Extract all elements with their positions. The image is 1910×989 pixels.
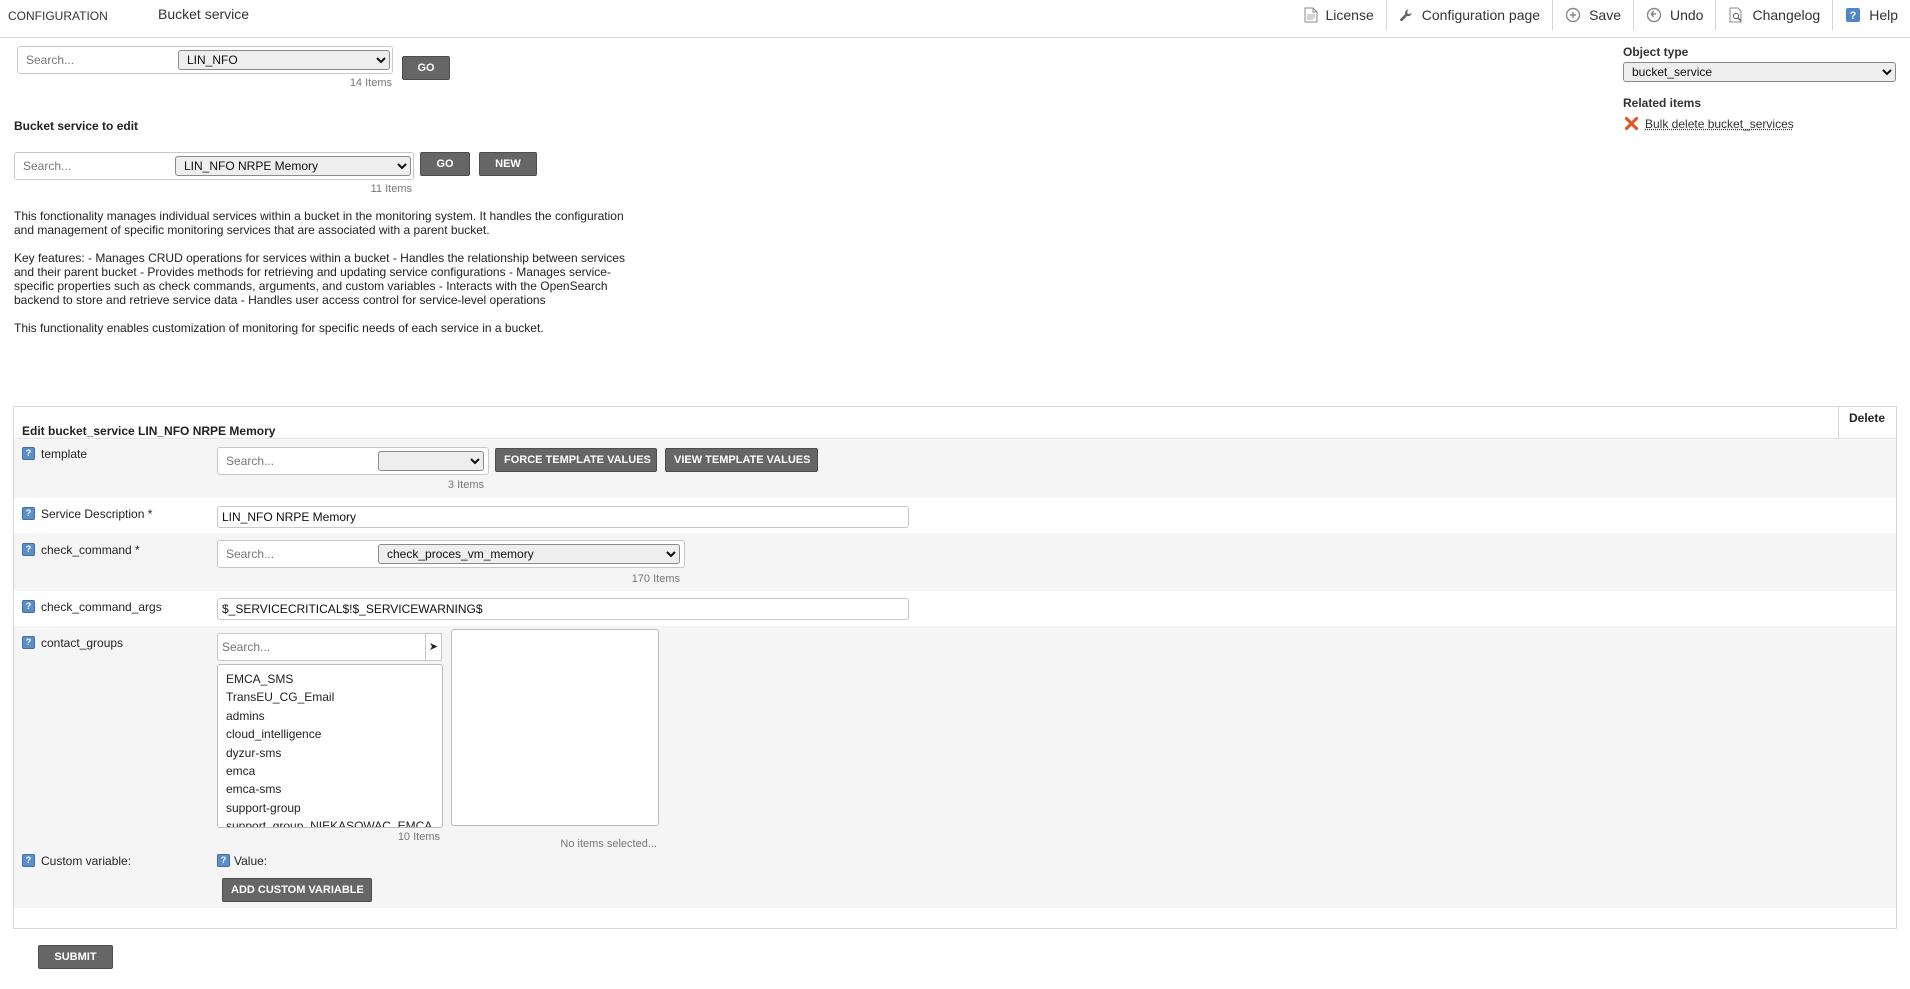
list-item[interactable]: support_group_NIEKASOWAC_EMCA: [218, 817, 442, 827]
service-section-heading: Bucket service to edit: [14, 119, 139, 133]
service-description-label: Service Description *: [41, 507, 153, 521]
license-button[interactable]: License: [1292, 0, 1386, 30]
service-item-count: 11 Items: [370, 183, 412, 195]
svg-text:?: ?: [1850, 10, 1857, 22]
form-header: Edit bucket_service LIN_NFO NRPE Memory …: [14, 407, 1896, 439]
check-command-args-input[interactable]: [217, 598, 909, 620]
template-row: ? template 3 Items FORCE TEMPLATE VALUES…: [14, 440, 1896, 498]
bucket-search-input[interactable]: [24, 47, 184, 73]
check-command-args-label: check_command_args: [41, 600, 162, 614]
service-select[interactable]: LIN_NFO NRPE Memory: [175, 156, 411, 176]
check-command-args-row: ? check_command_args: [14, 591, 1896, 626]
changelog-icon: [1729, 7, 1742, 23]
new-service-button[interactable]: NEW: [479, 152, 537, 176]
list-item[interactable]: support-group: [218, 799, 442, 817]
bucket-combo: LIN_NFO: [17, 46, 393, 74]
wrench-icon: [1399, 9, 1412, 21]
template-search-input[interactable]: [224, 448, 380, 474]
check-command-item-count: 170 Items: [631, 573, 680, 585]
help-icon[interactable]: ?: [22, 447, 35, 460]
template-select[interactable]: [378, 451, 484, 471]
move-selected-arrow-icon[interactable]: ➤: [426, 633, 442, 661]
help-icon[interactable]: ?: [22, 543, 35, 556]
help-label: Help: [1869, 7, 1898, 23]
description-paragraph-1: This fonctionality manages individual se…: [14, 209, 624, 237]
contact-groups-selected-list[interactable]: [451, 629, 659, 826]
delete-button[interactable]: Delete: [1838, 407, 1896, 439]
save-button[interactable]: Save: [1552, 0, 1633, 30]
help-icon[interactable]: ?: [22, 636, 35, 649]
delete-x-icon: [1624, 116, 1639, 131]
list-item[interactable]: admins: [218, 707, 442, 725]
help-icon[interactable]: ?: [22, 600, 35, 613]
custom-variable-value-label: Value:: [234, 854, 268, 868]
check-command-combo: check_proces_vm_memory: [217, 540, 685, 568]
list-item[interactable]: emca-sms: [218, 780, 442, 798]
page-title: Bucket service: [158, 6, 250, 22]
add-custom-variable-row: ADD CUSTOM VARIABLE: [14, 872, 1896, 908]
template-label: template: [41, 447, 88, 461]
bucket-item-count: 14 Items: [349, 77, 392, 89]
check-command-select[interactable]: check_proces_vm_memory: [378, 544, 680, 564]
configuration-page-button[interactable]: Configuration page: [1385, 0, 1552, 30]
submit-button[interactable]: SUBMIT: [38, 945, 113, 969]
check-command-row: ? check_command * check_proces_vm_memory…: [14, 533, 1896, 591]
contact-groups-row: ? contact_groups ➤ EMCA_SMS TransEU_CG_E…: [14, 626, 1896, 850]
save-icon: [1565, 7, 1581, 23]
help-icon[interactable]: ?: [22, 854, 35, 867]
undo-icon: [1646, 7, 1662, 23]
list-item[interactable]: cloud_intelligence: [218, 725, 442, 743]
list-item[interactable]: TransEU_CG_Email: [218, 688, 442, 706]
description-paragraph-2: Key features: - Manages CRUD operations …: [14, 251, 625, 307]
bucket-go-button[interactable]: GO: [402, 56, 450, 80]
help-button[interactable]: ? Help: [1832, 0, 1910, 30]
configuration-page-label: Configuration page: [1421, 7, 1541, 23]
license-label: License: [1325, 7, 1374, 23]
contact-groups-search-input[interactable]: [217, 633, 426, 661]
undo-label: Undo: [1670, 7, 1704, 23]
header-actions: License Configuration page Save Undo Cha…: [1292, 0, 1910, 30]
bucket-select[interactable]: LIN_NFO: [178, 50, 390, 70]
service-description-input[interactable]: [217, 506, 909, 528]
document-icon: [1304, 7, 1317, 23]
service-description-row: ? Service Description *: [14, 498, 1896, 533]
contact-groups-available-list: EMCA_SMS TransEU_CG_Email admins cloud_i…: [217, 664, 443, 828]
bulk-delete-link[interactable]: Bulk delete bucket_services: [1645, 117, 1794, 131]
service-go-button[interactable]: GO: [420, 152, 470, 176]
force-template-values-button[interactable]: FORCE TEMPLATE VALUES: [495, 448, 657, 472]
help-icon[interactable]: ?: [217, 854, 230, 867]
form-title: Edit bucket_service LIN_NFO NRPE Memory: [22, 424, 276, 438]
contact-groups-item-count: 10 Items: [397, 831, 440, 843]
service-combo: LIN_NFO NRPE Memory: [14, 152, 414, 180]
save-label: Save: [1589, 7, 1621, 23]
description-paragraph-3: This functionality enables customization…: [14, 321, 544, 335]
changelog-button[interactable]: Changelog: [1715, 0, 1832, 30]
custom-variable-row: ? Custom variable: ? Value:: [14, 848, 1896, 872]
view-template-values-button[interactable]: VIEW TEMPLATE VALUES: [665, 448, 818, 472]
undo-button[interactable]: Undo: [1633, 0, 1715, 30]
service-description-text: This fonctionality manages individual se…: [14, 209, 634, 349]
changelog-label: Changelog: [1752, 7, 1821, 23]
help-icon: ?: [1846, 8, 1861, 22]
custom-variable-label: Custom variable:: [41, 854, 132, 868]
template-combo: [217, 447, 489, 475]
list-item[interactable]: EMCA_SMS: [218, 670, 442, 688]
object-type-select[interactable]: bucket_service: [1623, 62, 1896, 82]
related-items-label: Related items: [1623, 96, 1702, 110]
contact-groups-label: contact_groups: [41, 636, 124, 650]
edit-form: Edit bucket_service LIN_NFO NRPE Memory …: [13, 406, 1897, 929]
check-command-search-input[interactable]: [224, 541, 380, 567]
check-command-label: check_command *: [41, 543, 140, 557]
list-item[interactable]: dyzur-sms: [218, 744, 442, 762]
template-item-count: 3 Items: [447, 479, 484, 491]
add-custom-variable-button[interactable]: ADD CUSTOM VARIABLE: [222, 878, 372, 902]
section-title: CONFIGURATION: [8, 9, 108, 23]
top-bar: CONFIGURATION Bucket service License Con…: [0, 0, 1910, 38]
service-search-input[interactable]: [21, 153, 181, 179]
object-type-label: Object type: [1623, 45, 1689, 59]
list-item[interactable]: emca: [218, 762, 442, 780]
help-icon[interactable]: ?: [22, 507, 35, 520]
